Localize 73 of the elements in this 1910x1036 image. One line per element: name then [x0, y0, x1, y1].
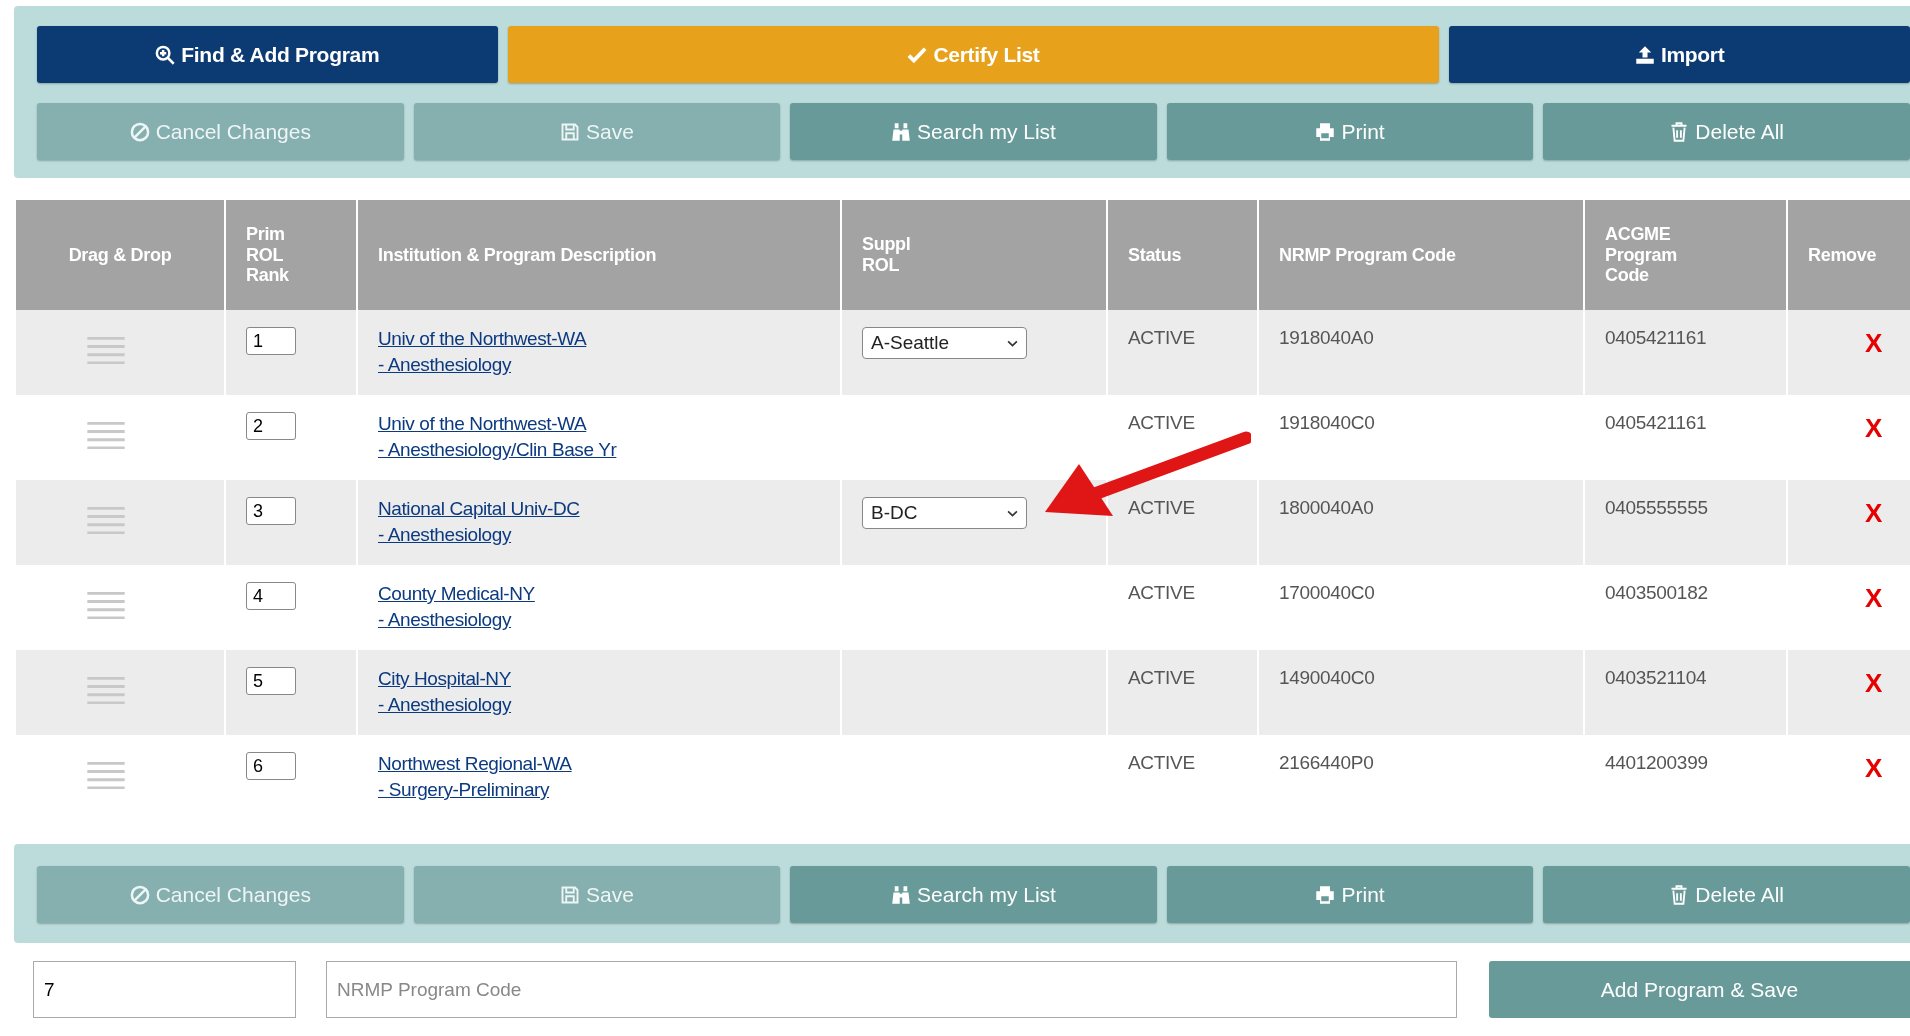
drag-handle-icon[interactable] [87, 421, 125, 449]
suppl-rol-dropdown[interactable]: B-DC [862, 497, 1027, 529]
upload-icon [1634, 44, 1655, 65]
nrmp-code-text: 1918040C0 [1279, 412, 1375, 434]
acgme-code-text: 0405421161 [1605, 412, 1707, 434]
rank-input[interactable]: 5 [246, 667, 296, 695]
nrmp-code-text: 1800040A0 [1279, 497, 1374, 519]
program-link[interactable]: Univ of the Northwest-WA - Anesthesiology/Clin Base Yr [378, 411, 617, 463]
nrmp-code-text: 2166440P0 [1279, 752, 1374, 774]
remove-button[interactable]: X [1865, 753, 1883, 784]
column-header: Remove [1787, 200, 1910, 310]
ban-icon [129, 121, 150, 142]
status-text: ACTIVE [1128, 582, 1195, 604]
column-header: Status [1107, 200, 1258, 310]
remove-button[interactable]: X [1865, 668, 1883, 699]
ban-icon [129, 884, 150, 905]
rank-input[interactable]: 2 [246, 412, 296, 440]
status-text: ACTIVE [1128, 412, 1195, 434]
acgme-code-text: 0403500182 [1605, 582, 1708, 604]
status-text: ACTIVE [1128, 497, 1195, 519]
rank-input[interactable]: 6 [246, 752, 296, 780]
chevron-down-icon [1007, 509, 1018, 517]
remove-button[interactable]: X [1865, 498, 1883, 529]
printer-icon [1315, 121, 1336, 142]
chevron-down-icon [1007, 339, 1018, 347]
nrmp-code-text: 1700040C0 [1279, 582, 1375, 604]
column-header: Prim ROL Rank [225, 200, 357, 310]
toolbar-button[interactable]: Delete All [1543, 103, 1910, 160]
drag-handle-icon[interactable] [87, 506, 125, 534]
acgme-code-text: 0403521104 [1605, 667, 1707, 689]
rank-input[interactable]: 1 [246, 327, 296, 355]
acgme-code-text: 0405555555 [1605, 497, 1708, 519]
column-header: NRMP Program Code [1258, 200, 1584, 310]
column-header: Drag & Drop [16, 200, 225, 310]
status-text: ACTIVE [1128, 327, 1195, 349]
program-code-field[interactable]: NRMP Program Code [326, 961, 1457, 1018]
suppl-rol-dropdown[interactable]: A-Seattle [862, 327, 1027, 359]
drag-handle-icon[interactable] [87, 591, 125, 619]
trash-icon [1669, 121, 1690, 142]
program-link[interactable]: City Hospital-NY - Anesthesiology [378, 666, 512, 718]
printer-icon [1315, 884, 1336, 905]
column-header: ACGME Program Code [1584, 200, 1787, 310]
acgme-code-text: 4401200399 [1605, 752, 1708, 774]
status-text: ACTIVE [1128, 752, 1195, 774]
rank-input[interactable]: 7 [33, 961, 296, 1018]
nrmp-code-text: 1918040A0 [1279, 327, 1374, 349]
toolbar-button[interactable]: Print [1166, 866, 1534, 923]
drag-handle-icon[interactable] [87, 676, 125, 704]
toolbar-button[interactable]: Find & Add Program [37, 26, 498, 83]
column-header: Suppl ROL [841, 200, 1107, 310]
toolbar-button[interactable]: Search my List [790, 866, 1157, 923]
remove-button[interactable]: X [1865, 583, 1883, 614]
program-link[interactable]: Northwest Regional-WA - Surgery-Preliminary [378, 751, 572, 803]
trash-icon [1669, 884, 1690, 905]
toolbar-button[interactable]: Print [1166, 103, 1534, 160]
rank-input[interactable]: 3 [246, 497, 296, 525]
status-text: ACTIVE [1128, 667, 1195, 689]
drag-handle-icon[interactable] [87, 761, 125, 789]
toolbar-button[interactable]: Delete All [1543, 866, 1910, 923]
remove-button[interactable]: X [1865, 413, 1883, 444]
program-link[interactable]: County Medical-NY - Anesthesiology [378, 581, 535, 633]
zoom-in-icon [155, 44, 176, 65]
add-program-button[interactable]: Add Program & Save [1489, 961, 1910, 1018]
drag-handle-icon[interactable] [87, 336, 125, 364]
acgme-code-text: 0405421161 [1605, 327, 1707, 349]
rank-input[interactable]: 4 [246, 582, 296, 610]
binoculars-icon [891, 121, 912, 142]
remove-button[interactable]: X [1865, 328, 1883, 359]
binoculars-icon [891, 884, 912, 905]
nrmp-code-text: 1490040C0 [1279, 667, 1375, 689]
toolbar-button[interactable]: Import [1449, 26, 1910, 83]
column-header: Institution & Program Description [357, 200, 841, 310]
toolbar-button[interactable]: Search my List [790, 103, 1157, 160]
